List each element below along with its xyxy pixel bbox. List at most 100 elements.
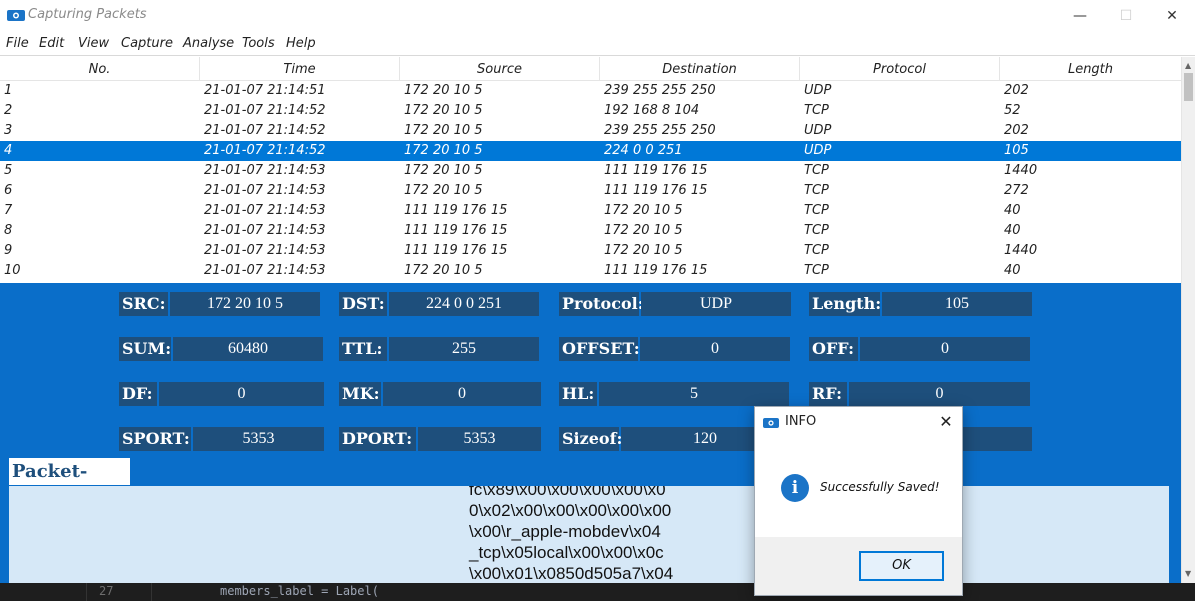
menu-edit[interactable]: Edit — [39, 36, 64, 51]
cell-protocol: UDP — [804, 143, 832, 158]
packet-data-title: Packet-Data — [9, 458, 130, 509]
menu-file[interactable]: File — [6, 36, 29, 51]
table-row[interactable]: 6 21-01-07 21:14:53 172 20 10 5 111 119 176… — [0, 181, 1181, 201]
column-header-destination[interactable]: Destination — [600, 57, 800, 81]
dialog-footer: OK — [755, 537, 962, 595]
dialog-title-bar: INFO ✕ — [755, 407, 962, 437]
cell-length: 202 — [1004, 123, 1029, 138]
sum-label: SUM: — [119, 337, 171, 361]
close-window-button[interactable]: ✕ — [1149, 0, 1195, 32]
packet-data-line: \x00\r_apple-mobdev\x04 — [469, 522, 661, 541]
cell-no: 1 — [4, 83, 13, 98]
table-row[interactable]: 7 21-01-07 21:14:53 111 119 176 15 172 20 1… — [0, 201, 1181, 221]
hl-value: 5 — [599, 382, 789, 406]
cell-source: 172 20 10 5 — [404, 143, 483, 158]
cell-time: 21-01-07 21:14:53 — [204, 183, 326, 198]
mk-field: MK: 0 — [339, 382, 541, 406]
cell-protocol: TCP — [804, 243, 829, 258]
info-dialog: INFO ✕ i Successfully Saved! OK — [754, 406, 963, 596]
cell-source: 111 119 176 15 — [404, 243, 508, 258]
scroll-up-icon[interactable]: ▲ — [1185, 61, 1191, 70]
ttl-label: TTL: — [339, 337, 387, 361]
cell-time: 21-01-07 21:14:53 — [204, 263, 326, 278]
table-row[interactable]: 2 21-01-07 21:14:52 172 20 10 5 192 168 8 1… — [0, 101, 1181, 121]
code-editor-strip: 27 members_label = Label( — [0, 583, 1195, 601]
dst-value: 224 0 0 251 — [389, 292, 539, 316]
table-row[interactable]: 8 21-01-07 21:14:53 111 119 176 15 172 20 1… — [0, 221, 1181, 241]
protocol-label: Protocol: — [559, 292, 644, 316]
menu-analyse[interactable]: Analyse — [183, 36, 234, 51]
column-header-protocol[interactable]: Protocol — [800, 57, 1000, 81]
cell-source: 172 20 10 5 — [404, 83, 483, 98]
cell-time: 21-01-07 21:14:53 — [204, 163, 326, 178]
dialog-close-button[interactable]: ✕ — [935, 411, 957, 433]
menu-help[interactable]: Help — [286, 36, 316, 51]
protocol-value: UDP — [641, 292, 791, 316]
line-number: 27 — [99, 584, 114, 598]
src-field: SRC: 172 20 10 5 — [119, 292, 320, 316]
camera-icon — [763, 418, 779, 428]
menu-view[interactable]: View — [78, 36, 109, 51]
cell-source: 111 119 176 15 — [404, 223, 508, 238]
cell-length: 1440 — [1004, 163, 1038, 178]
table-row[interactable]: 5 21-01-07 21:14:53 172 20 10 5 111 119 176… — [0, 161, 1181, 181]
scroll-thumb[interactable] — [1184, 73, 1193, 101]
cell-protocol: UDP — [804, 123, 832, 138]
cell-source: 172 20 10 5 — [404, 183, 483, 198]
rf-field: RF: 0 — [809, 382, 1030, 406]
code-line: members_label = Label( — [220, 584, 379, 598]
cell-protocol: TCP — [804, 223, 829, 238]
cell-destination: 239 255 255 250 — [604, 123, 716, 138]
cell-no: 5 — [4, 163, 13, 178]
cell-destination: 172 20 10 5 — [604, 223, 683, 238]
camera-icon — [7, 10, 25, 21]
df-field: DF: 0 — [119, 382, 324, 406]
table-row[interactable]: 10 21-01-07 21:14:53 172 20 10 5 111 119 17… — [0, 261, 1181, 281]
cell-no: 4 — [4, 143, 13, 158]
sport-label: SPORT: — [119, 427, 191, 451]
packet-data-line: fc\x89\x00\x00\x00\x00\x0 — [469, 486, 666, 499]
dst-label: DST: — [339, 292, 387, 316]
table-row[interactable]: 9 21-01-07 21:14:53 111 119 176 15 172 20 1… — [0, 241, 1181, 261]
ttl-field: TTL: 255 — [339, 337, 539, 361]
cell-protocol: TCP — [804, 103, 829, 118]
dialog-body: i Successfully Saved! — [755, 437, 962, 537]
ok-button[interactable]: OK — [859, 551, 944, 581]
offset-field: OFFSET: 0 — [559, 337, 790, 361]
column-header-source[interactable]: Source — [400, 57, 600, 81]
cell-destination: 172 20 10 5 — [604, 203, 683, 218]
cell-source: 111 119 176 15 — [404, 203, 508, 218]
dialog-message: Successfully Saved! — [820, 480, 940, 494]
minimize-button[interactable]: — — [1057, 0, 1103, 32]
column-header-time[interactable]: Time — [200, 57, 400, 81]
scroll-down-icon[interactable]: ▼ — [1185, 569, 1191, 578]
editor-gutter — [86, 583, 152, 601]
cell-no: 9 — [4, 243, 13, 258]
sum-value: 60480 — [173, 337, 323, 361]
maximize-button[interactable]: ☐ — [1103, 0, 1149, 32]
cell-no: 10 — [4, 263, 21, 278]
protocol-field: Protocol: UDP — [559, 292, 791, 316]
df-label: DF: — [119, 382, 157, 406]
table-row[interactable]: 3 21-01-07 21:14:52 172 20 10 5 239 255 255… — [0, 121, 1181, 141]
cell-length: 40 — [1004, 203, 1021, 218]
src-value: 172 20 10 5 — [170, 292, 320, 316]
off-field: OFF: 0 — [809, 337, 1030, 361]
cell-length: 52 — [1004, 103, 1021, 118]
offset-label: OFFSET: — [559, 337, 640, 361]
src-label: SRC: — [119, 292, 168, 316]
hl-label: HL: — [559, 382, 597, 406]
menu-tools[interactable]: Tools — [242, 36, 275, 51]
cell-no: 6 — [4, 183, 13, 198]
menu-capture[interactable]: Capture — [121, 36, 173, 51]
table-row[interactable]: 4 21-01-07 21:14:52 172 20 10 5 224 0 0 251… — [0, 141, 1181, 161]
column-header-no[interactable]: No. — [0, 57, 200, 81]
dport-field: DPORT: 5353 — [339, 427, 541, 451]
packet-table: No. Time Source Destination Protocol Len… — [0, 57, 1181, 283]
table-row[interactable]: 1 21-01-07 21:14:51 172 20 10 5 239 255 255… — [0, 81, 1181, 101]
length-field: Length: 105 — [809, 292, 1032, 316]
packet-data-text[interactable]: fc\x89\x00\x00\x00\x00\x0 0\x02\x00\x00\… — [9, 486, 1169, 583]
table-scrollbar[interactable]: ▲ ▼ — [1181, 57, 1195, 583]
column-header-length[interactable]: Length — [1000, 57, 1181, 81]
dialog-title: INFO — [785, 414, 817, 429]
